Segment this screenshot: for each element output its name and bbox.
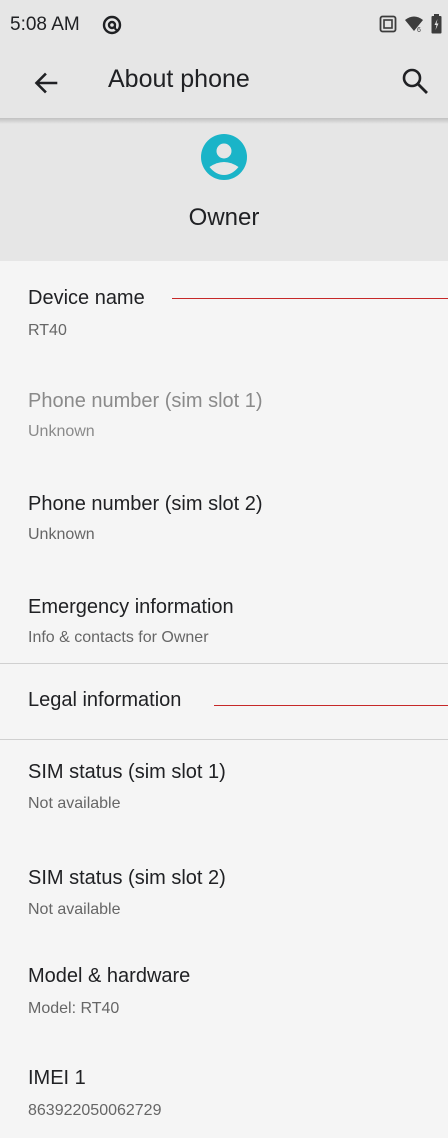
status-icons: 6 [379,14,442,39]
battery-icon [431,14,442,39]
status-bar: 5:08 AM 6 [0,0,448,48]
item-summary: Info & contacts for Owner [28,629,209,646]
item-summary: Unknown [28,526,95,543]
list-item-legal-information[interactable]: Legal information [0,664,448,739]
list-item-imei-1[interactable]: IMEI 1 863922050062729 [0,1043,448,1138]
item-summary: 863922050062729 [28,1102,162,1119]
svg-text:6: 6 [417,27,421,33]
back-arrow-icon[interactable] [32,69,60,97]
item-title: Phone number (sim slot 2) [28,493,263,515]
annotation-line-device-name [172,298,448,299]
app-bar: About phone [0,48,448,118]
item-summary: Not available [28,901,121,918]
list-item-model-hardware[interactable]: Model & hardware Model: RT40 [0,940,448,1043]
item-summary: RT40 [28,322,67,339]
status-time: 5:08 AM [10,14,80,35]
item-title: Device name [28,287,145,309]
owner-header[interactable]: Owner [0,118,448,261]
item-title: Phone number (sim slot 1) [28,390,263,412]
list-item-sim-status-sim1[interactable]: SIM status (sim slot 1) Not available [0,740,448,840]
item-summary: Unknown [28,423,95,440]
list-item-device-name[interactable]: Device name RT40 [0,261,448,373]
account-circle-icon [200,133,248,181]
item-summary: Not available [28,795,121,812]
list-item-phone-number-sim1[interactable]: Phone number (sim slot 1) Unknown [0,373,448,476]
item-summary: Model: RT40 [28,1000,120,1017]
item-title: SIM status (sim slot 1) [28,761,226,783]
list-item-phone-number-sim2[interactable]: Phone number (sim slot 2) Unknown [0,476,448,579]
list-item-sim-status-sim2[interactable]: SIM status (sim slot 2) Not available [0,840,448,940]
item-title: Emergency information [28,596,234,618]
owner-name: Owner [188,204,260,231]
item-title: IMEI 1 [28,1067,86,1089]
wifi-icon: 6 [404,15,424,38]
annotation-line-legal-information [214,705,448,706]
search-icon[interactable] [400,66,430,96]
page-title: About phone [108,65,250,93]
at-icon [102,15,122,35]
item-title: SIM status (sim slot 2) [28,867,226,889]
header-shadow [0,118,448,124]
list-item-emergency-information[interactable]: Emergency information Info & contacts fo… [0,579,448,663]
item-title: Model & hardware [28,965,191,987]
screenshot-icon [379,15,397,38]
item-title: Legal information [28,689,182,711]
